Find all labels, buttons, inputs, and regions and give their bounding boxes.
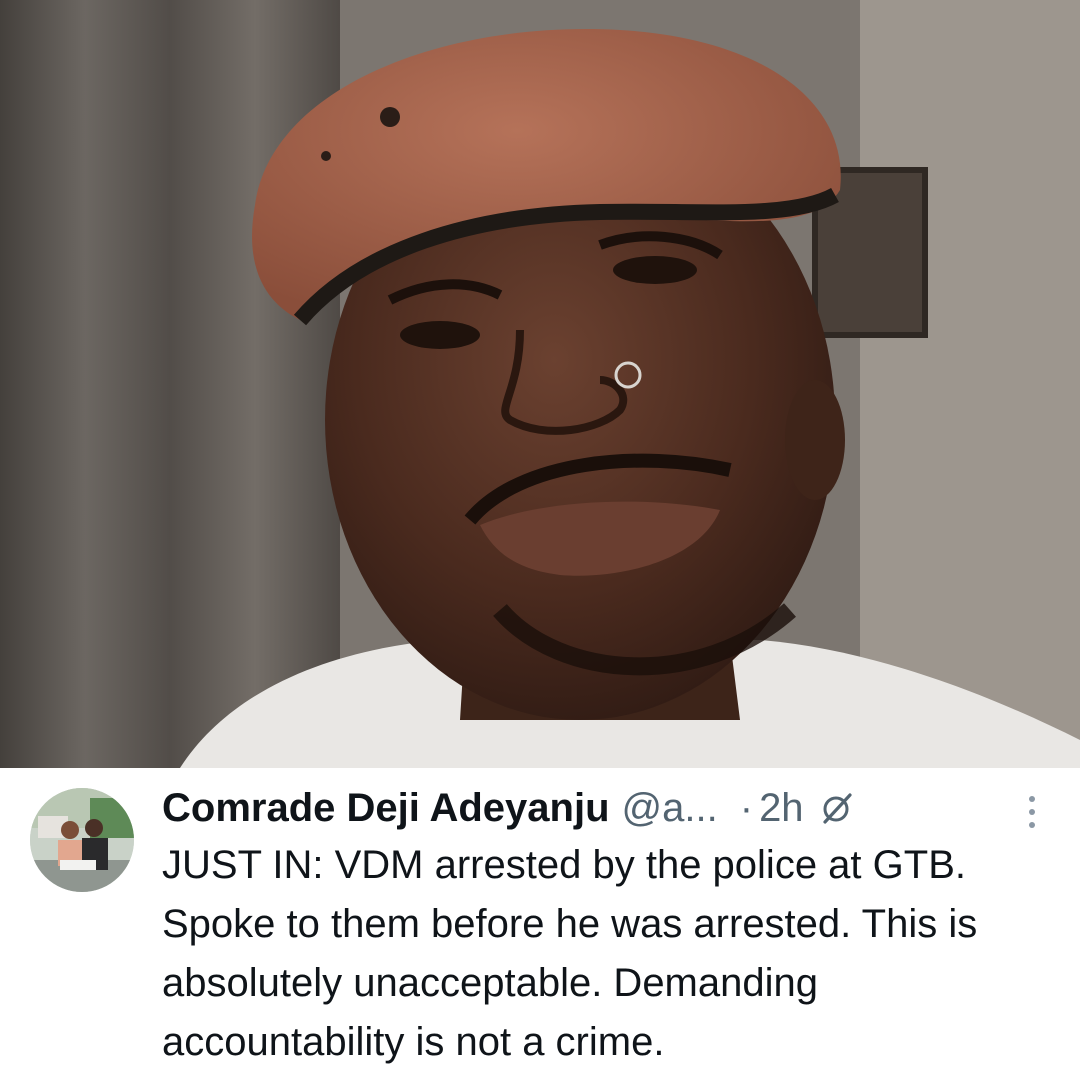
- more-options-icon: [1029, 809, 1035, 815]
- avatar-icon: [30, 788, 134, 892]
- portrait-image: [0, 0, 1080, 768]
- author-avatar[interactable]: [30, 788, 134, 892]
- more-options-icon: [1029, 822, 1035, 828]
- tweet-header: Comrade Deji Adeyanju @a... · 2h: [162, 778, 856, 838]
- author-handle[interactable]: @a...: [622, 778, 718, 838]
- more-options-icon: [1029, 796, 1035, 802]
- separator-dot: ·: [739, 786, 754, 830]
- grok-icon[interactable]: [820, 790, 856, 826]
- tweet-text: JUST IN: VDM arrested by the police at G…: [162, 843, 978, 1064]
- tweet-card: Comrade Deji Adeyanju @a... · 2h JUST IN…: [0, 768, 1080, 1080]
- post-screenshot: Comrade Deji Adeyanju @a... · 2h JUST IN…: [0, 0, 1080, 1080]
- author-display-name[interactable]: Comrade Deji Adeyanju: [162, 778, 610, 838]
- more-options-button[interactable]: [1012, 790, 1052, 834]
- post-photo[interactable]: [0, 0, 1080, 768]
- post-timestamp[interactable]: 2h: [759, 778, 804, 838]
